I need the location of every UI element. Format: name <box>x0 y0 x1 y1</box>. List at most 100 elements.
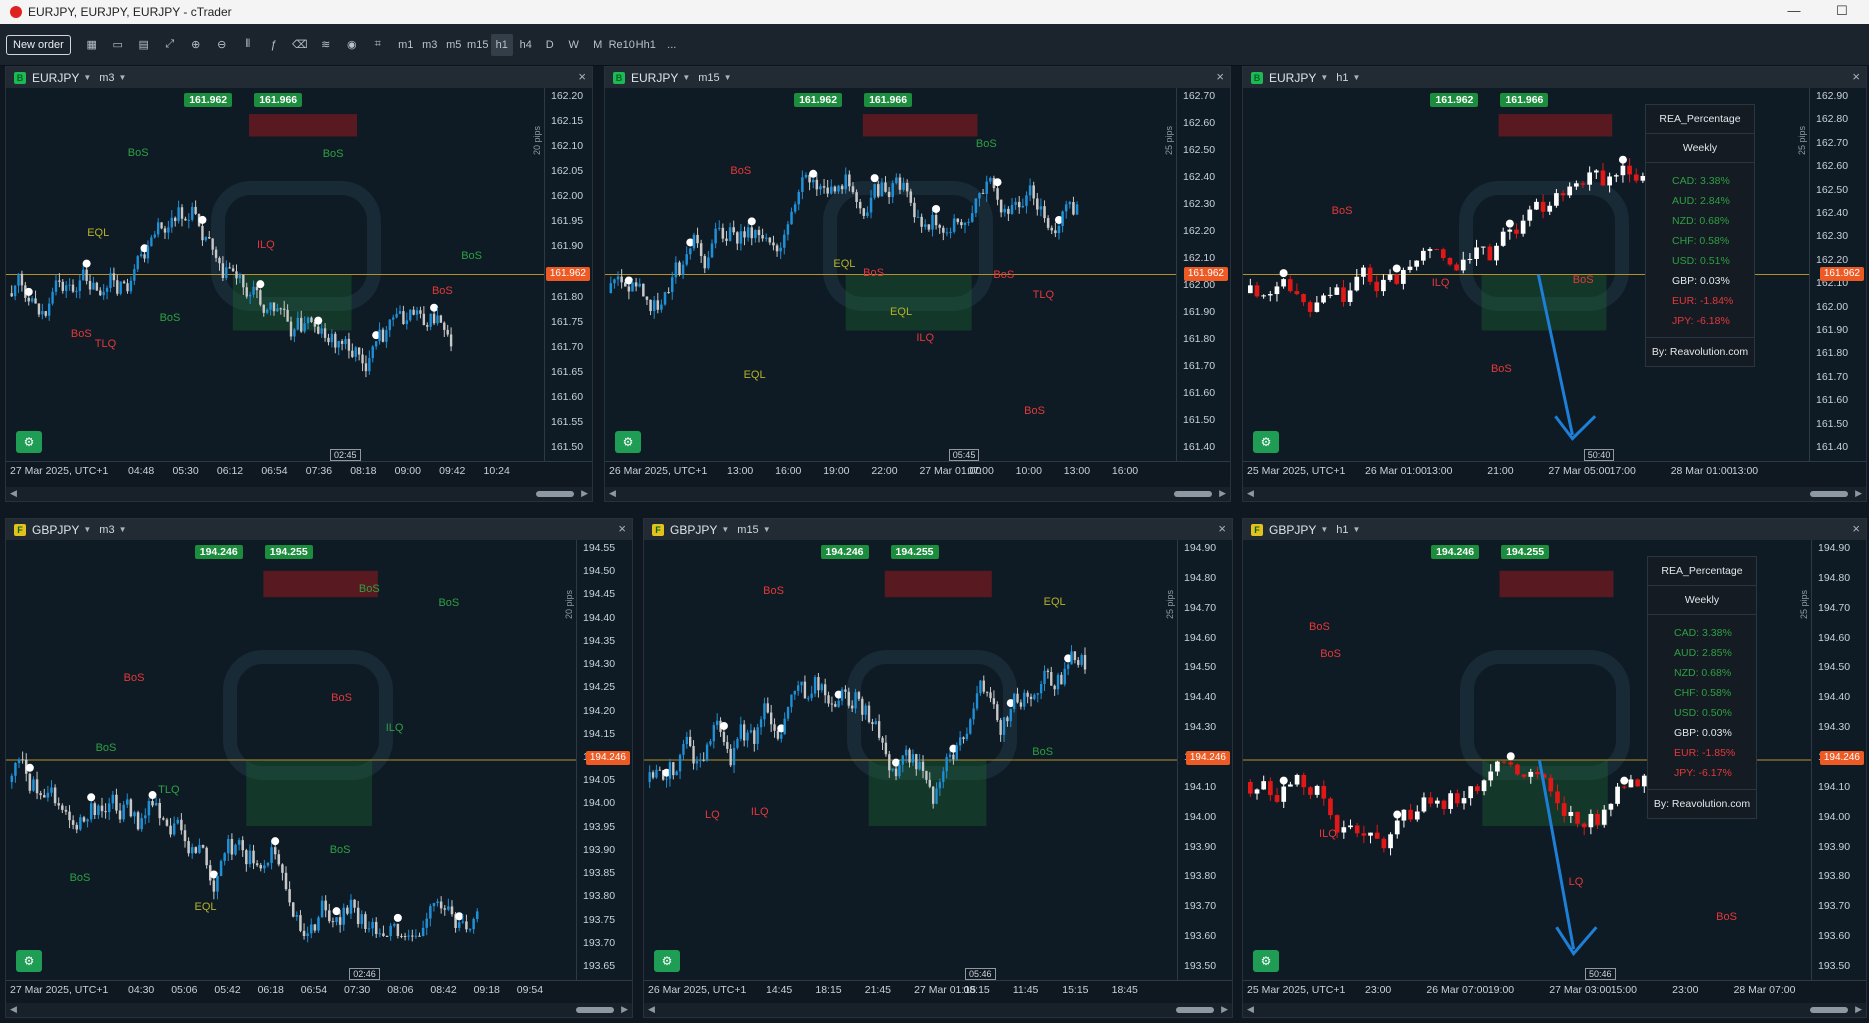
chevron-down-icon[interactable]: ▼ <box>682 73 690 82</box>
scrollbar-thumb[interactable] <box>536 491 574 497</box>
timeframe-m3-button[interactable]: m3 <box>419 34 441 56</box>
price-axis[interactable]: 194.90 194.80 194.70 194.60 194.50 194.40 194.… <box>1177 540 1232 980</box>
symbol-selector[interactable]: EURJPY <box>631 71 678 85</box>
time-axis[interactable]: 26 Mar 2025, UTC+1 13:00 16:00 19:00 22:00 27… <box>605 461 1230 483</box>
cbot-icon[interactable]: ⚙ <box>16 950 42 972</box>
candles-icon[interactable]: ⫴ <box>237 34 259 56</box>
chart-plot-area[interactable]: 194.246 194.255 25 pips 05:46 ⚙ ILQ EQL BoS BoS L… <box>644 540 1179 980</box>
chevron-down-icon[interactable]: ▼ <box>724 73 732 82</box>
time-axis[interactable]: 27 Mar 2025, UTC+1 04:30 05:06 05:42 06:18 06… <box>6 980 632 1002</box>
symbol-selector[interactable]: EURJPY <box>32 71 79 85</box>
timeframe-selector[interactable]: m3 <box>99 72 114 84</box>
bid-price-box[interactable]: 194.246 <box>820 545 869 559</box>
scroll-left-icon[interactable]: ◀ <box>10 1004 17 1015</box>
watch-icon[interactable]: ◉ <box>341 34 363 56</box>
time-axis[interactable]: 26 Mar 2025, UTC+1 14:45 18:15 21:45 27 Mar … <box>644 980 1232 1002</box>
price-axis[interactable]: 162.90 162.80 162.70 162.60 162.50 162.40 162.… <box>1809 88 1866 461</box>
scroll-left-icon[interactable]: ◀ <box>1247 1004 1254 1015</box>
timeframe-h1-button[interactable]: h1 <box>490 33 513 56</box>
cbot-icon[interactable]: ⚙ <box>16 431 42 453</box>
symbol-selector[interactable]: GBPJPY <box>32 523 79 537</box>
scroll-left-icon[interactable]: ◀ <box>648 1004 655 1015</box>
close-chart-button[interactable]: × <box>1218 521 1226 536</box>
chevron-down-icon[interactable]: ▼ <box>83 525 91 534</box>
horizontal-scrollbar[interactable]: ◀ ▶ <box>1243 1003 1866 1017</box>
scroll-left-icon[interactable]: ◀ <box>10 488 17 499</box>
price-axis[interactable]: 194.55 194.50 194.45 194.40 194.35 194.30 194.… <box>576 540 632 980</box>
bid-price-box[interactable]: 161.962 <box>184 93 233 107</box>
chevron-down-icon[interactable]: ▼ <box>1320 73 1328 82</box>
scroll-left-icon[interactable]: ◀ <box>609 488 616 499</box>
templates-icon[interactable]: ⌗ <box>367 34 389 56</box>
timeframe-selector[interactable]: m3 <box>99 524 114 536</box>
symbol-selector[interactable]: GBPJPY <box>1269 523 1316 537</box>
timeframe-selector[interactable]: h1 <box>1336 524 1348 536</box>
chevron-down-icon[interactable]: ▼ <box>119 73 127 82</box>
chart-plot-area[interactable]: 161.962 161.966 25 pips 05:45 ⚙ EQL EQL ILQ TLQ E… <box>605 88 1178 461</box>
bid-price-box[interactable]: 194.246 <box>1431 545 1480 559</box>
objects-icon[interactable]: ⌫ <box>289 34 311 56</box>
scrollbar-thumb[interactable] <box>1176 1007 1214 1013</box>
scroll-right-icon[interactable]: ▶ <box>621 1004 628 1015</box>
single-chart-icon[interactable]: ▭ <box>107 34 129 56</box>
ask-price-box[interactable]: 194.255 <box>1501 545 1550 559</box>
timeframe-M-button[interactable]: M <box>587 34 609 56</box>
ask-price-box[interactable]: 194.255 <box>890 545 939 559</box>
scrollbar-thumb[interactable] <box>576 1007 614 1013</box>
symbol-selector[interactable]: GBPJPY <box>670 523 717 537</box>
close-chart-button[interactable]: × <box>618 521 626 536</box>
chevron-down-icon[interactable]: ▼ <box>763 525 771 534</box>
bid-price-box[interactable]: 161.962 <box>794 93 843 107</box>
ask-price-box[interactable]: 161.966 <box>254 93 303 107</box>
time-axis[interactable]: 25 Mar 2025, UTC+1 26 Mar 01:00 13:00 21:00… <box>1243 461 1866 483</box>
horizontal-scrollbar[interactable]: ◀ ▶ <box>644 1003 1232 1017</box>
chart-plot-area[interactable]: 161.962 161.966 25 pips 50:40 ⚙ ILQ BoS BoS BoS … <box>1243 88 1811 461</box>
cbot-icon[interactable]: ⚙ <box>615 431 641 453</box>
chart-plot-area[interactable]: 194.246 194.255 20 pips 02:46 ⚙ TLQ ILQ EQL BoS B… <box>6 540 578 980</box>
chevron-down-icon[interactable]: ▼ <box>1353 525 1361 534</box>
timeframe-D-button[interactable]: D <box>539 34 561 56</box>
symbol-selector[interactable]: EURJPY <box>1269 71 1316 85</box>
ask-price-box[interactable]: 194.255 <box>264 545 313 559</box>
grid-layout-icon[interactable]: ▦ <box>81 34 103 56</box>
close-chart-button[interactable]: × <box>1216 69 1224 84</box>
price-axis[interactable]: 162.20 162.15 162.10 162.05 162.00 161.95 161.… <box>544 88 592 461</box>
scroll-right-icon[interactable]: ▶ <box>1855 1004 1862 1015</box>
horizontal-scrollbar[interactable]: ◀ ▶ <box>6 487 592 501</box>
more-button[interactable]: ... <box>661 34 683 56</box>
chart-plot-area[interactable]: 194.246 194.255 25 pips 50:46 ⚙ ILQ BoS BoS BoS L… <box>1243 540 1813 980</box>
close-chart-button[interactable]: × <box>1852 521 1860 536</box>
chart-type-icon[interactable]: ⤢ <box>159 34 181 56</box>
chevron-down-icon[interactable]: ▼ <box>119 525 127 534</box>
close-chart-button[interactable]: × <box>578 69 586 84</box>
zoom-in-icon[interactable]: ⊕ <box>185 34 207 56</box>
cbot-icon[interactable]: ⚙ <box>654 950 680 972</box>
scrollbar-thumb[interactable] <box>1174 491 1212 497</box>
chevron-down-icon[interactable]: ▼ <box>83 73 91 82</box>
cbot-icon[interactable]: ⚙ <box>1253 431 1279 453</box>
minimize-button[interactable]: — <box>1774 0 1814 24</box>
bid-price-box[interactable]: 194.246 <box>194 545 243 559</box>
chevron-down-icon[interactable]: ▼ <box>1320 525 1328 534</box>
timeframe-m5-button[interactable]: m5 <box>443 34 465 56</box>
layers-icon[interactable]: ≋ <box>315 34 337 56</box>
timeframe-m1-button[interactable]: m1 <box>395 34 417 56</box>
indicators-icon[interactable]: ƒ <box>263 34 285 56</box>
scroll-right-icon[interactable]: ▶ <box>1221 1004 1228 1015</box>
ask-price-box[interactable]: 161.966 <box>864 93 913 107</box>
new-order-button[interactable]: New order <box>6 34 71 55</box>
scroll-left-icon[interactable]: ◀ <box>1247 488 1254 499</box>
horizontal-scrollbar[interactable]: ◀ ▶ <box>6 1003 632 1017</box>
ask-price-box[interactable]: 161.966 <box>1500 93 1549 107</box>
timeframe-selector[interactable]: h1 <box>1336 72 1348 84</box>
price-axis[interactable]: 162.70 162.60 162.50 162.40 162.30 162.20 162.… <box>1176 88 1230 461</box>
chevron-down-icon[interactable]: ▼ <box>1353 73 1361 82</box>
timeframe-Re10-button[interactable]: Re10 <box>609 34 635 56</box>
timeframe-selector[interactable]: m15 <box>698 72 719 84</box>
bid-price-box[interactable]: 161.962 <box>1430 93 1479 107</box>
zoom-out-icon[interactable]: ⊖ <box>211 34 233 56</box>
timeframe-selector[interactable]: m15 <box>737 524 758 536</box>
scrollbar-thumb[interactable] <box>1810 1007 1848 1013</box>
close-chart-button[interactable]: × <box>1852 69 1860 84</box>
time-axis[interactable]: 27 Mar 2025, UTC+1 04:48 05:30 06:12 06:54 07… <box>6 461 592 483</box>
